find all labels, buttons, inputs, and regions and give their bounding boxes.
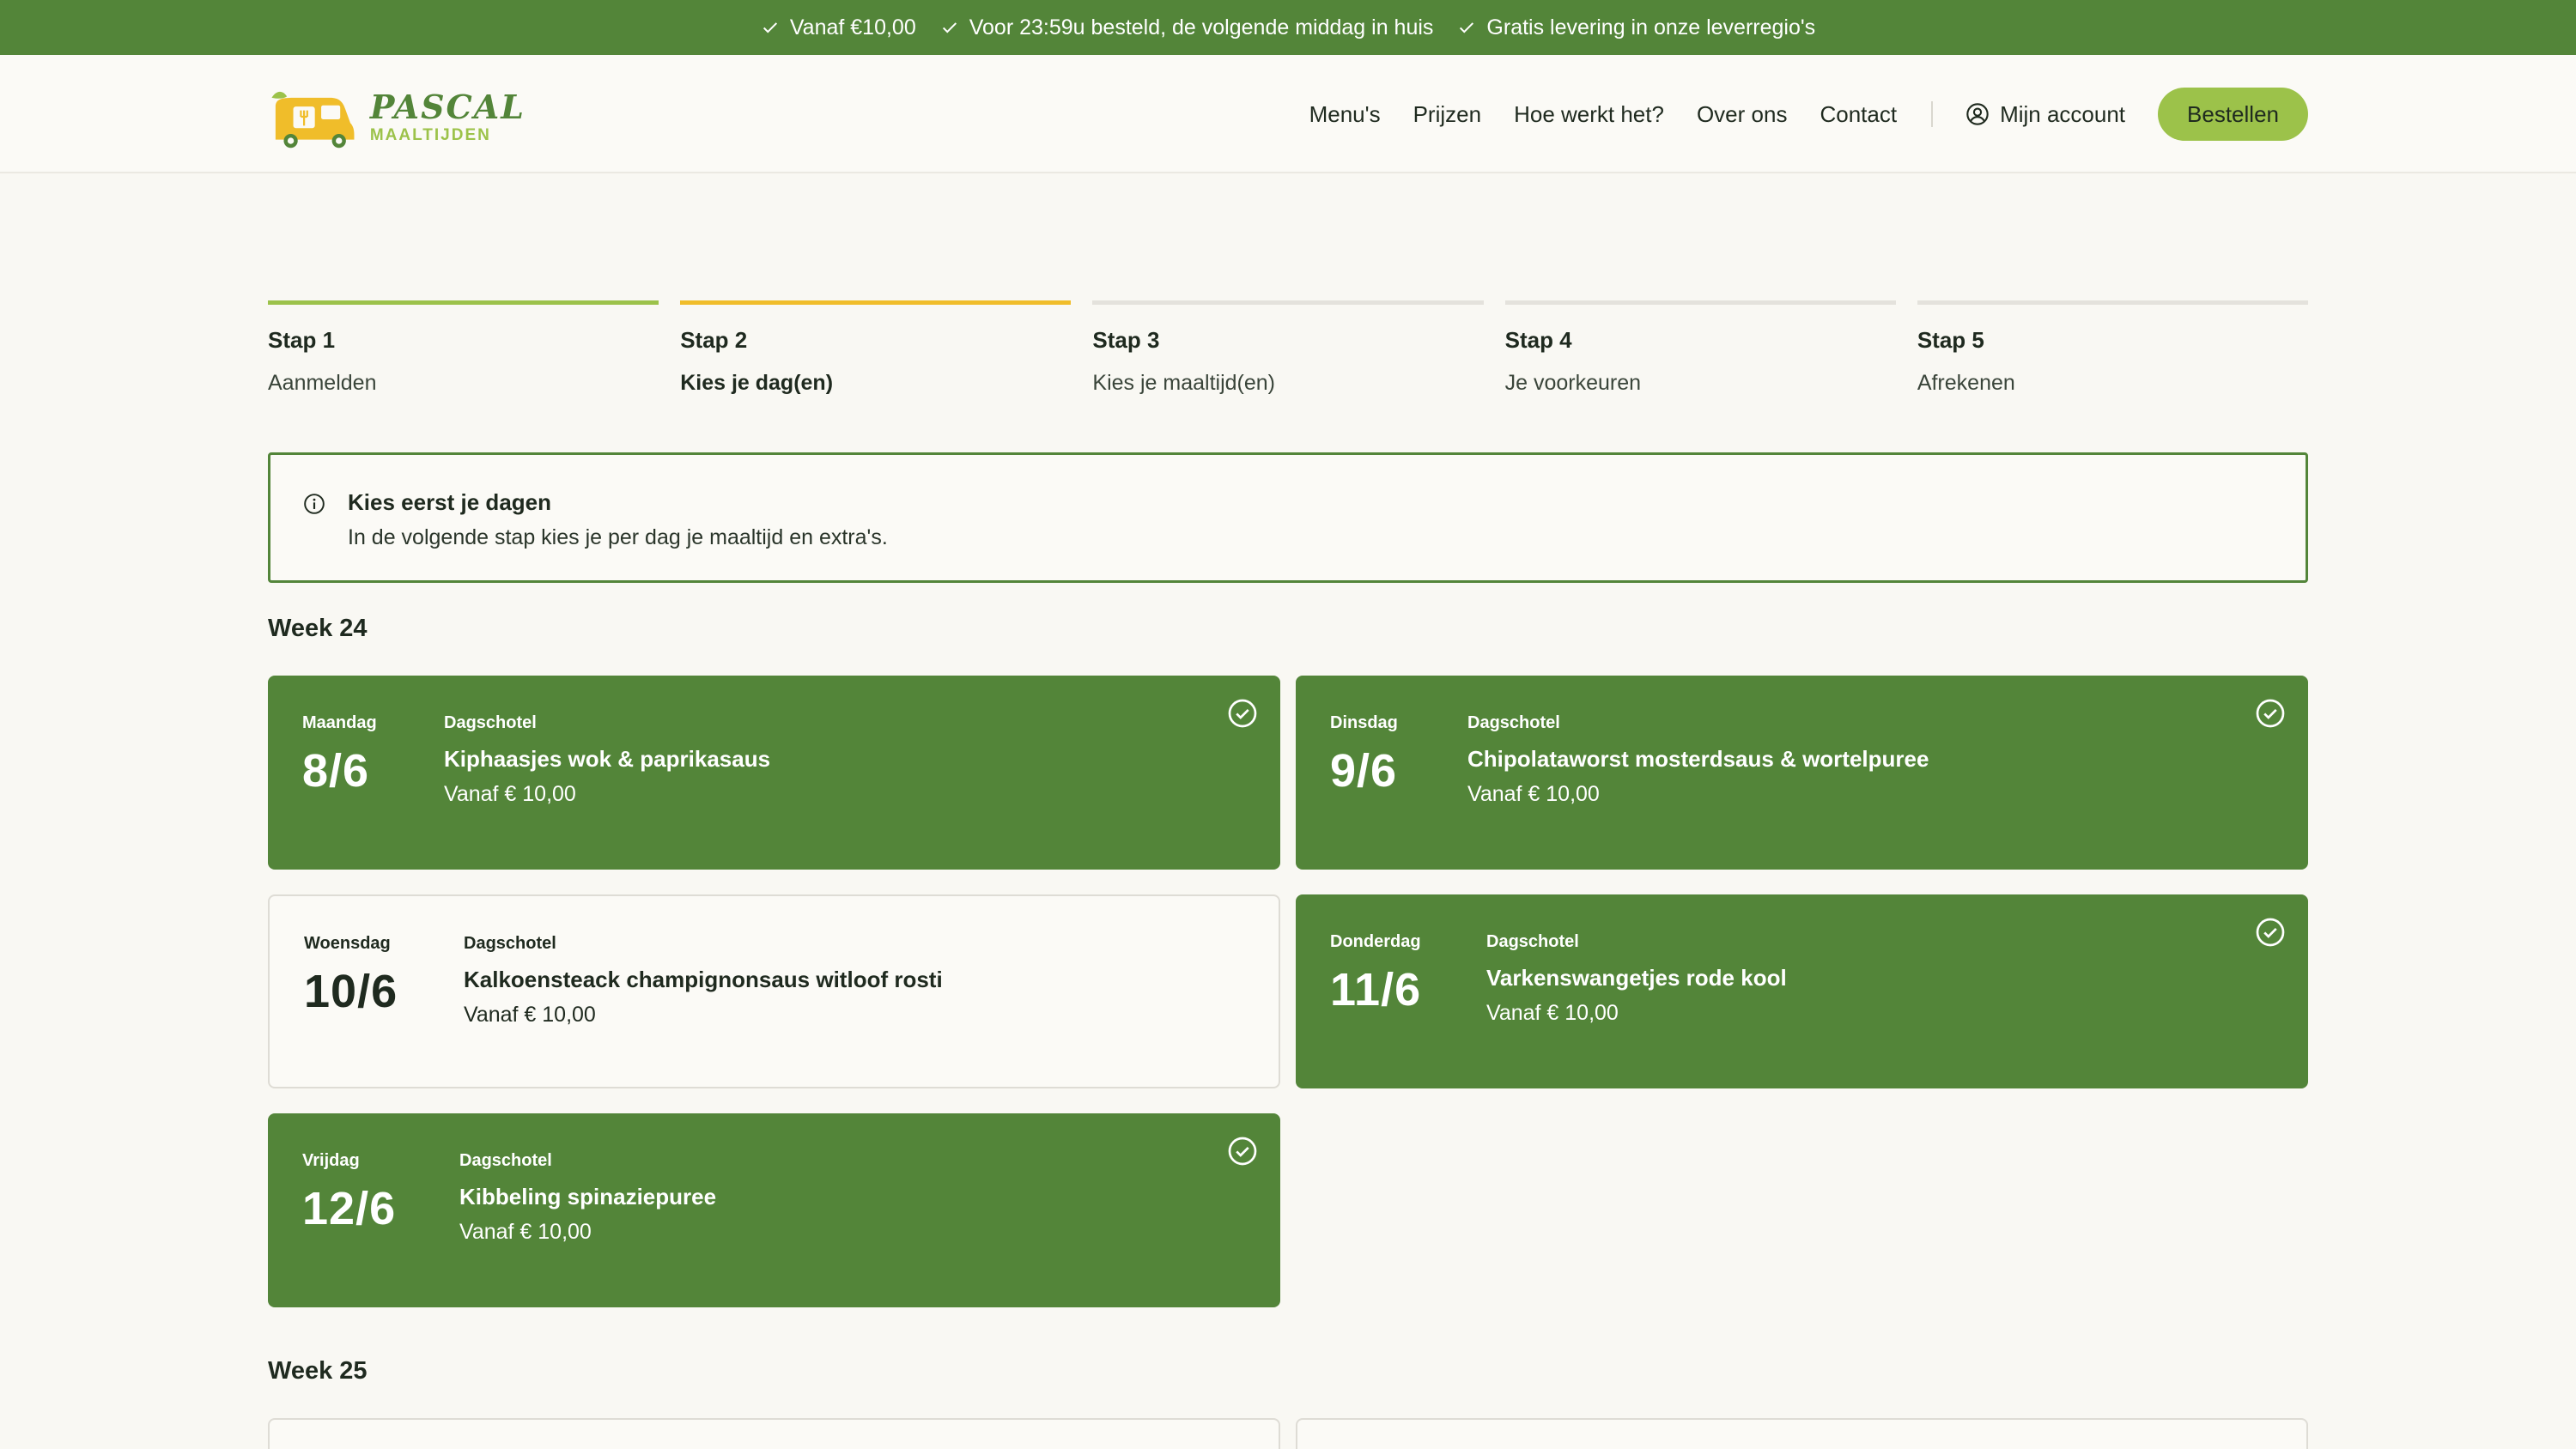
meal-name: Kiphaasjes wok & paprikasaus: [444, 746, 771, 772]
meal-type: Dagschotel: [459, 1151, 552, 1170]
day-card[interactable]: [268, 1418, 1280, 1449]
meal-name: Varkenswangetjes rode kool: [1486, 965, 1787, 991]
day-name: Woensdag: [304, 934, 391, 953]
info-title: Kies eerst je dagen: [348, 489, 551, 515]
usp-text: Gratis levering in onze leverregio's: [1486, 15, 1816, 39]
day-date: 11/6: [1330, 964, 1422, 1016]
step-5: Stap 5 Afrekenen: [1917, 300, 2309, 396]
step-4: Stap 4 Je voorkeuren: [1504, 300, 1896, 396]
step-number: Stap 1: [268, 327, 336, 353]
logo-brand: PASCAL: [369, 87, 526, 126]
nav-hoe-werkt-het[interactable]: Hoe werkt het?: [1514, 101, 1664, 128]
meal-price: Vanaf € 10,00: [464, 1003, 596, 1027]
meal-price: Vanaf € 10,00: [1467, 782, 1600, 806]
food-truck-logo-icon: [271, 91, 355, 149]
usp-text: Vanaf €10,00: [789, 15, 916, 39]
week-title: Week 24: [268, 615, 368, 642]
check-icon: [1460, 22, 1474, 33]
step-number: Stap 5: [1917, 327, 1984, 353]
day-date: 12/6: [302, 1183, 397, 1234]
check-circle-icon: [2256, 699, 2285, 728]
meal-name: Kalkoensteack champignonsaus witloof ros…: [464, 967, 943, 992]
day-name: Dinsdag: [1330, 713, 1398, 732]
step-3: Stap 3 Kies je maaltijd(en): [1092, 300, 1484, 396]
check-circle-icon: [1228, 699, 1257, 728]
day-date: 9/6: [1330, 745, 1398, 797]
step-number: Stap 3: [1092, 327, 1160, 353]
day-card-vrijdag[interactable]: Vrijdag 12/6 Dagschotel Kibbeling spinaz…: [268, 1113, 1280, 1307]
account-link[interactable]: Mijn account: [1965, 101, 2125, 128]
order-button[interactable]: Bestellen: [2158, 88, 2308, 141]
day-name: Vrijdag: [302, 1151, 360, 1170]
usp-bar: Vanaf €10,00 Voor 23:59u besteld, de vol…: [0, 0, 2576, 55]
info-text: In de volgende stap kies je per dag je m…: [348, 525, 888, 549]
day-card-maandag[interactable]: Maandag 8/6 Dagschotel Kiphaasjes wok & …: [268, 676, 1280, 870]
nav-over-ons[interactable]: Over ons: [1697, 101, 1788, 128]
step-2[interactable]: Stap 2 Kies je dag(en): [680, 300, 1072, 396]
nav-contact[interactable]: Contact: [1820, 101, 1897, 128]
usp-item: Voor 23:59u besteld, de volgende middag …: [940, 15, 1434, 40]
meal-type: Dagschotel: [1486, 932, 1579, 951]
day-name: Donderdag: [1330, 932, 1421, 951]
day-card-woensdag[interactable]: Woensdag 10/6 Dagschotel Kalkoensteack c…: [268, 894, 1280, 1088]
check-circle-icon: [2256, 918, 2285, 947]
meal-price: Vanaf € 10,00: [459, 1220, 592, 1244]
logo-wordmark: PASCAL MAALTIJDEN: [369, 87, 526, 144]
day-card-dinsdag[interactable]: Dinsdag 9/6 Dagschotel Chipolataworst mo…: [1296, 676, 2308, 870]
info-notice: Kies eerst je dagen In de volgende stap …: [268, 452, 2308, 583]
info-icon: [304, 494, 325, 514]
logo-subtitle: MAALTIJDEN: [369, 125, 491, 144]
checkout-steps: Stap 1 Aanmelden Stap 2 Kies je dag(en) …: [268, 300, 2309, 396]
site-header: PASCAL MAALTIJDEN Menu's Prijzen Hoe wer…: [0, 55, 2576, 173]
usp-item: Gratis levering in onze leverregio's: [1457, 15, 1815, 40]
step-1[interactable]: Stap 1 Aanmelden: [268, 300, 659, 396]
main-nav: Menu's Prijzen Hoe werkt het? Over ons C…: [1309, 55, 2308, 173]
step-label: Kies je dag(en): [680, 371, 834, 395]
day-date: 8/6: [302, 745, 370, 797]
meal-price: Vanaf € 10,00: [1486, 1001, 1619, 1025]
step-label: Afrekenen: [1917, 371, 2015, 395]
usp-text: Voor 23:59u besteld, de volgende middag …: [969, 15, 1434, 39]
day-date: 10/6: [304, 966, 398, 1017]
step-label: Aanmelden: [268, 371, 377, 395]
meal-price: Vanaf € 10,00: [444, 782, 576, 806]
nav-menus[interactable]: Menu's: [1309, 101, 1381, 128]
logo-link[interactable]: PASCAL MAALTIJDEN: [268, 72, 526, 161]
nav-prijzen[interactable]: Prijzen: [1413, 101, 1481, 128]
check-circle-icon: [1228, 1137, 1257, 1166]
account-label: Mijn account: [2000, 100, 2126, 127]
check-icon: [762, 22, 777, 33]
step-label: Je voorkeuren: [1504, 371, 1642, 395]
step-label: Kies je maaltijd(en): [1092, 371, 1275, 395]
step-number: Stap 2: [680, 327, 748, 353]
meal-name: Chipolataworst mosterdsaus & wortelpuree: [1467, 746, 1929, 772]
step-number: Stap 4: [1504, 327, 1572, 353]
meal-type: Dagschotel: [1467, 713, 1560, 732]
meal-name: Kibbeling spinaziepuree: [459, 1184, 717, 1210]
day-name: Maandag: [302, 713, 377, 732]
user-icon: [1966, 103, 1989, 125]
nav-divider: [1931, 101, 1934, 127]
meal-type: Dagschotel: [444, 713, 537, 732]
day-card-donderdag[interactable]: Donderdag 11/6 Dagschotel Varkenswangetj…: [1296, 894, 2308, 1088]
check-icon: [942, 22, 957, 33]
meal-type: Dagschotel: [464, 934, 556, 953]
day-card[interactable]: [1296, 1418, 2308, 1449]
week-title: Week 25: [268, 1357, 368, 1385]
usp-item: Vanaf €10,00: [761, 15, 916, 40]
